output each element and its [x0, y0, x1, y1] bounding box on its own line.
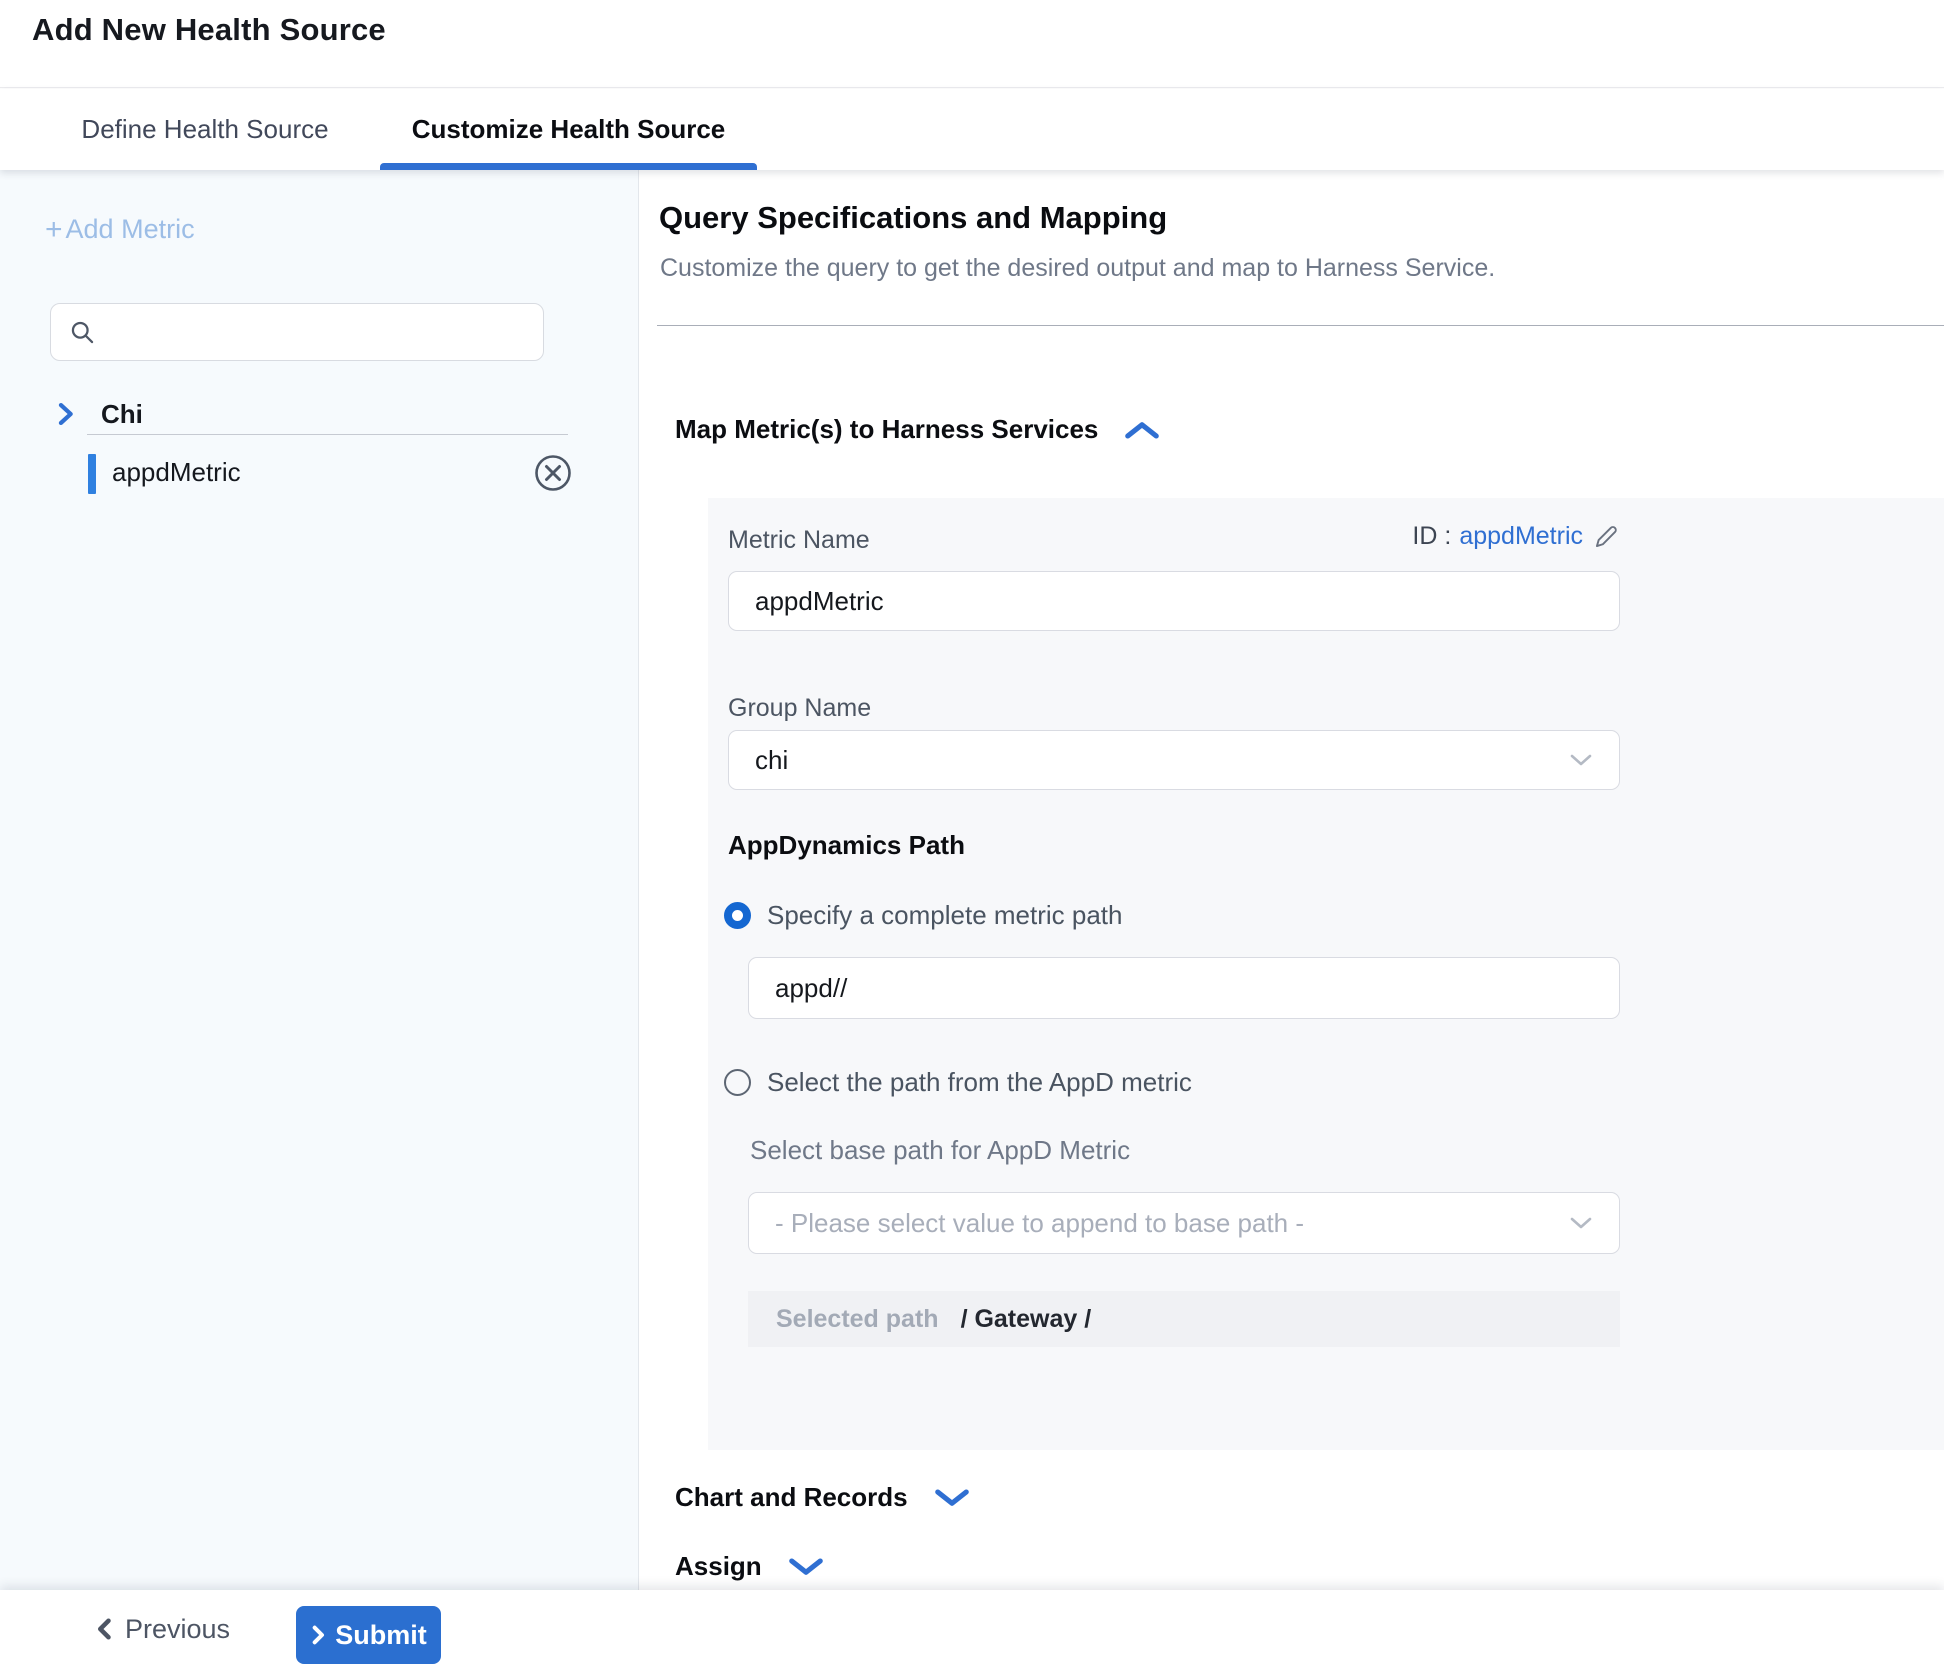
- divider: [657, 325, 1944, 326]
- radio-select-appd-path[interactable]: Select the path from the AppD metric: [724, 1067, 1192, 1098]
- divider: [87, 434, 568, 435]
- metric-item-label: appdMetric: [112, 457, 241, 488]
- selected-indicator: [88, 454, 96, 494]
- assign-title: Assign: [675, 1551, 762, 1582]
- group-name-label: Group Name: [728, 694, 871, 723]
- active-tab-indicator: [380, 163, 757, 170]
- previous-label: Previous: [125, 1614, 230, 1645]
- tab-bar: Define Health Source Customize Health So…: [0, 89, 1944, 170]
- chevron-down-icon: [1569, 1216, 1593, 1230]
- selected-path-label: Selected path: [776, 1305, 939, 1334]
- metrics-sidebar: + Add Metric Chi appdMetric: [0, 170, 639, 1590]
- id-prefix-label: ID :: [1412, 522, 1451, 551]
- metric-id-value[interactable]: appdMetric: [1459, 522, 1583, 551]
- radio-selected-icon: [724, 902, 751, 929]
- remove-metric-icon[interactable]: [533, 453, 573, 493]
- plus-icon: +: [45, 215, 63, 245]
- group-name-select[interactable]: chi: [728, 730, 1620, 790]
- submit-label: Submit: [335, 1620, 427, 1651]
- chart-records-title: Chart and Records: [675, 1482, 908, 1513]
- chart-records-section-toggle[interactable]: Chart and Records: [675, 1482, 970, 1513]
- metric-search: [50, 303, 544, 361]
- main-panel: Query Specifications and Mapping Customi…: [639, 170, 1944, 1668]
- complete-metric-path-input[interactable]: [748, 957, 1620, 1019]
- base-path-label: Select base path for AppD Metric: [750, 1135, 1130, 1166]
- previous-button[interactable]: Previous: [95, 1590, 230, 1668]
- selected-path-value: / Gateway /: [961, 1305, 1092, 1334]
- appdynamics-path-heading: AppDynamics Path: [728, 830, 965, 861]
- add-metric-label: Add Metric: [66, 214, 195, 245]
- page-title: Add New Health Source: [32, 12, 386, 48]
- radio-select-path-label: Select the path from the AppD metric: [767, 1067, 1192, 1098]
- map-metrics-card: Metric Name ID : appdMetric Group Name c…: [708, 498, 1944, 1450]
- metric-name-label: Metric Name: [728, 526, 870, 555]
- search-icon: [69, 319, 96, 346]
- chevron-down-icon: [1569, 753, 1593, 767]
- radio-complete-path-label: Specify a complete metric path: [767, 900, 1123, 931]
- selected-path-row: Selected path / Gateway /: [748, 1291, 1620, 1347]
- chevron-right-icon: [310, 1623, 326, 1647]
- footer-bar: Previous Submit: [0, 1590, 1944, 1668]
- chevron-down-icon: [934, 1488, 970, 1508]
- metric-name-input[interactable]: [728, 571, 1620, 631]
- tab-define-health-source[interactable]: Define Health Source: [62, 89, 348, 170]
- assign-section-toggle[interactable]: Assign: [675, 1551, 824, 1582]
- group-name-value: chi: [755, 745, 788, 776]
- base-path-placeholder: - Please select value to append to base …: [775, 1208, 1304, 1239]
- section-subtitle: Customize the query to get the desired o…: [660, 254, 1495, 283]
- group-label: Chi: [101, 399, 143, 430]
- chevron-right-icon: [55, 401, 75, 427]
- section-title: Query Specifications and Mapping: [659, 200, 1167, 236]
- edit-icon[interactable]: [1593, 523, 1620, 550]
- add-metric-button[interactable]: + Add Metric: [45, 214, 195, 245]
- chevron-up-icon: [1124, 420, 1160, 440]
- map-metrics-section-toggle[interactable]: Map Metric(s) to Harness Services: [675, 414, 1160, 445]
- base-path-select[interactable]: - Please select value to append to base …: [748, 1192, 1620, 1254]
- dialog-header: Add New Health Source: [0, 0, 1944, 88]
- map-metrics-section-title: Map Metric(s) to Harness Services: [675, 414, 1098, 445]
- sidebar-group-chi[interactable]: Chi: [0, 392, 639, 436]
- submit-button[interactable]: Submit: [296, 1606, 441, 1664]
- radio-unselected-icon: [724, 1069, 751, 1096]
- sidebar-metric-item[interactable]: appdMetric: [0, 450, 639, 498]
- metric-id-row: ID : appdMetric: [1412, 522, 1620, 551]
- radio-complete-metric-path[interactable]: Specify a complete metric path: [724, 900, 1123, 931]
- chevron-down-icon: [788, 1557, 824, 1577]
- tab-customize-health-source[interactable]: Customize Health Source: [380, 89, 757, 170]
- search-input[interactable]: [108, 318, 543, 347]
- chevron-left-icon: [95, 1616, 113, 1642]
